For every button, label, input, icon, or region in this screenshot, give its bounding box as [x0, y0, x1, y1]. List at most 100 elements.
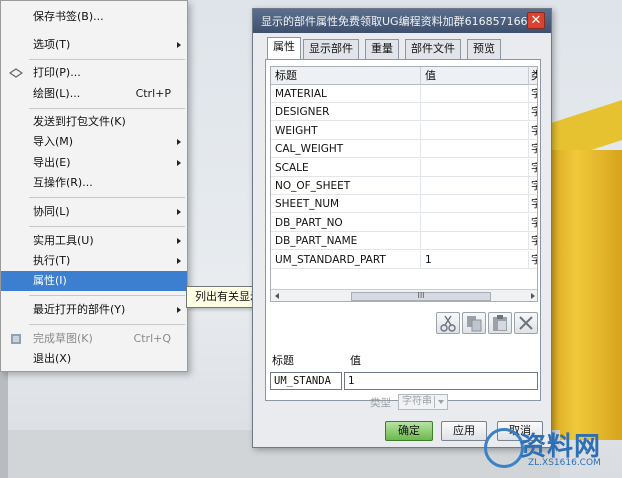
paste-button[interactable]	[488, 312, 512, 334]
watermark-url: ZL.XS1616.COM	[528, 458, 601, 468]
watermark-logo-icon	[484, 428, 524, 468]
table-row[interactable]: SHEET_NUM 字	[271, 195, 537, 214]
close-button[interactable]: ✕	[527, 12, 545, 29]
attributes-panel: 标题 值 类 MATERIAL字DESIGNER字WEIGHT字CAL_WEIG…	[265, 59, 541, 410]
cell-title: DB_PART_NO	[271, 213, 421, 232]
copy-icon	[467, 316, 482, 332]
table-header: 标题 值 类	[271, 67, 537, 85]
menu-separator	[29, 108, 185, 109]
paste-icon	[493, 315, 507, 331]
table-row[interactable]: NO_OF_SHEET 字	[271, 177, 537, 195]
model-body	[546, 150, 622, 440]
apply-button[interactable]: 应用	[441, 421, 487, 441]
cell-value	[421, 121, 529, 140]
dialog-titlebar[interactable]: 显示的部件属性免费领取UG编程资料加群616857166 ✕	[253, 9, 551, 33]
menu-item-collaborate[interactable]: 协同(L)	[1, 202, 187, 222]
cell-value	[421, 213, 529, 232]
cell-title: DB_PART_NAME	[271, 232, 421, 251]
tab-part-file[interactable]: 部件文件	[405, 39, 461, 59]
cell-title: UM_STANDARD_PART	[271, 250, 421, 269]
left-panel-edge	[0, 360, 8, 478]
submenu-arrow-icon	[177, 42, 181, 48]
title-input[interactable]: UM_STANDA	[270, 372, 342, 390]
tab-preview[interactable]: 预览	[467, 39, 501, 59]
table-row[interactable]: WEIGHT 字	[271, 121, 537, 140]
cell-title: WEIGHT	[271, 121, 421, 140]
cut-icon	[440, 315, 456, 332]
table-row[interactable]: UM_STANDARD_PART1字	[271, 250, 537, 269]
menu-item-exit[interactable]: 退出(X)	[1, 349, 187, 369]
menu-item-execute[interactable]: 执行(T)	[1, 251, 187, 271]
value-input[interactable]: 1	[344, 372, 538, 390]
tab-attributes[interactable]: 属性	[267, 37, 301, 59]
menu-item-interoperate[interactable]: 互操作(R)...	[1, 173, 187, 193]
cell-title: NO_OF_SHEET	[271, 177, 421, 195]
table-row[interactable]: DB_PART_NAME 字	[271, 232, 537, 251]
table-row[interactable]: DESIGNER 字	[271, 103, 537, 122]
table-row[interactable]: MATERIAL 字	[271, 85, 537, 103]
scroll-thumb[interactable]: III	[351, 292, 491, 301]
close-icon: ✕	[530, 13, 542, 28]
cell-value	[421, 85, 529, 103]
menu-item-print[interactable]: 打印(P)...	[1, 63, 187, 83]
cell-type: 字	[529, 214, 537, 232]
copy-button[interactable]	[462, 312, 486, 334]
ok-button[interactable]: 确定	[385, 421, 433, 441]
column-header-type[interactable]: 类	[529, 67, 537, 85]
cell-type: 字	[529, 232, 537, 250]
dialog-title: 显示的部件属性免费领取UG编程资料加群616857166	[261, 15, 528, 28]
menu-item-plot[interactable]: 绘图(L)... Ctrl+P	[1, 84, 187, 104]
scroll-left-icon[interactable]	[275, 293, 279, 299]
menu-item-send-to-package[interactable]: 发送到打包文件(K)	[1, 112, 187, 132]
delete-button[interactable]	[514, 312, 538, 334]
cell-type: 字	[529, 251, 537, 269]
menu-item-recent-parts[interactable]: 最近打开的部件(Y)	[1, 300, 187, 320]
cell-value	[421, 232, 529, 251]
menu-item-export[interactable]: 导出(E)	[1, 153, 187, 173]
menu-item-finish-sketch[interactable]: 完成草图(K) Ctrl+Q	[1, 329, 187, 349]
cell-value	[421, 140, 529, 159]
submenu-arrow-icon	[177, 307, 181, 313]
cell-title: SCALE	[271, 158, 421, 177]
cell-value: 1	[421, 250, 529, 269]
scroll-right-icon[interactable]	[531, 293, 535, 299]
table-row[interactable]: SCALE 字	[271, 158, 537, 177]
cell-title: SHEET_NUM	[271, 195, 421, 214]
menu-item-options[interactable]: 选项(T)	[1, 35, 187, 55]
menu-item-properties[interactable]: 属性(I)	[1, 271, 187, 291]
cell-type: 字	[529, 103, 537, 121]
watermark: 资料网 ZL.XS1616.COM	[484, 424, 622, 478]
column-header-title[interactable]: 标题	[271, 67, 421, 85]
horizontal-scrollbar[interactable]: III	[271, 289, 537, 301]
cell-title: DESIGNER	[271, 103, 421, 122]
attributes-table[interactable]: 标题 值 类 MATERIAL字DESIGNER字WEIGHT字CAL_WEIG…	[270, 66, 538, 302]
tab-weight[interactable]: 重量	[365, 39, 399, 59]
cell-value	[421, 177, 529, 195]
cell-title: MATERIAL	[271, 85, 421, 103]
cut-button[interactable]	[436, 312, 460, 334]
cell-type: 字	[529, 85, 537, 103]
cell-type: 字	[529, 140, 537, 158]
menu-item-save-bookmark[interactable]: 保存书签(B)...	[1, 7, 187, 27]
menu-separator	[29, 295, 185, 296]
print-icon	[9, 68, 23, 78]
table-row[interactable]: CAL_WEIGHT 字	[271, 140, 537, 159]
part-properties-dialog: 显示的部件属性免费领取UG编程资料加群616857166 ✕ 属性 显示部件 重…	[252, 8, 552, 448]
tab-displayed-part[interactable]: 显示部件	[303, 39, 359, 59]
delete-icon	[519, 316, 533, 330]
cell-type: 字	[529, 195, 537, 213]
chevron-down-icon	[434, 396, 446, 408]
finish-sketch-icon	[11, 334, 21, 344]
column-header-value[interactable]: 值	[421, 67, 529, 85]
submenu-arrow-icon	[177, 258, 181, 264]
table-row[interactable]: DB_PART_NO 字	[271, 213, 537, 232]
editor-value-label: 值	[350, 354, 361, 367]
menu-separator	[29, 226, 185, 227]
cell-title: CAL_WEIGHT	[271, 140, 421, 159]
submenu-arrow-icon	[177, 238, 181, 244]
menu-item-import[interactable]: 导入(M)	[1, 132, 187, 152]
type-select[interactable]: 字符串	[398, 394, 448, 410]
menu-item-utilities[interactable]: 实用工具(U)	[1, 231, 187, 251]
cell-value	[421, 195, 529, 214]
cell-value	[421, 103, 529, 122]
